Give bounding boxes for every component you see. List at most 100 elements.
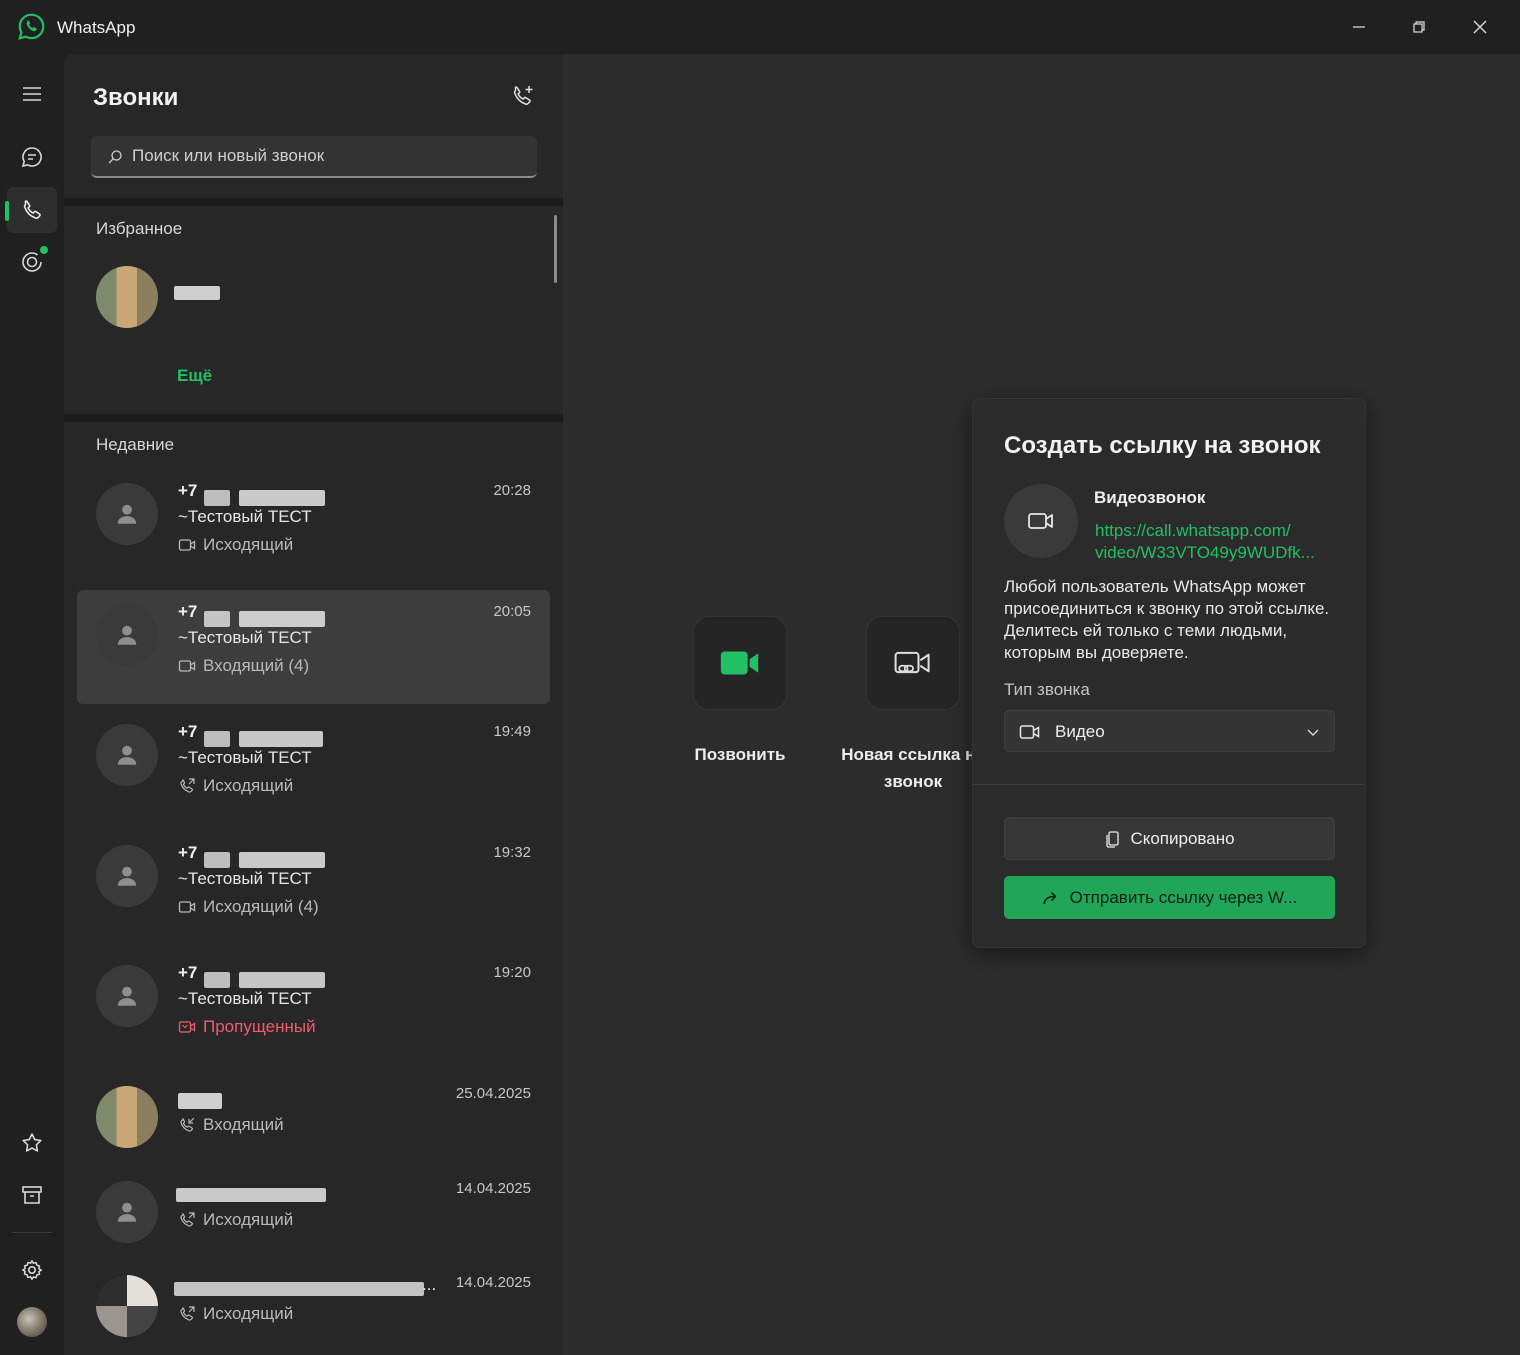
call-time: 14.04.2025 <box>455 1274 531 1291</box>
call-name: ~Тестовый ТЕСТ <box>178 989 312 1008</box>
call-link-line: https://call.whatsapp.com/ <box>1095 521 1291 540</box>
call-item-missed[interactable]: +7 ~Тестовый ТЕСТ Пропущенный 19:20 <box>77 951 550 1065</box>
video-call-icon <box>178 660 196 672</box>
close-button[interactable] <box>1465 12 1495 42</box>
person-icon <box>117 625 137 645</box>
call-type: Исходящий <box>178 1210 293 1230</box>
favorite-avatar[interactable] <box>96 266 158 328</box>
profile-avatar[interactable] <box>17 1307 47 1337</box>
copy-link-button[interactable]: Скопировано <box>1004 817 1335 860</box>
call-type-label: Исходящий <box>203 1210 294 1229</box>
default-avatar <box>96 1181 158 1243</box>
close-icon <box>1473 20 1487 34</box>
contact-name-redacted <box>174 1282 424 1296</box>
call-type: Пропущенный <box>178 1017 316 1037</box>
number-redacted <box>239 611 325 627</box>
call-type-label: Пропущенный <box>203 1017 316 1036</box>
name-ellipsis: ... <box>422 1275 437 1294</box>
video-call-icon <box>178 539 196 551</box>
search-box[interactable] <box>91 136 537 178</box>
call-name: ~Тестовый ТЕСТ <box>178 507 312 526</box>
contact-avatar <box>96 1086 158 1148</box>
search-input[interactable] <box>132 136 522 176</box>
call-time: 19:20 <box>493 964 531 981</box>
video-camera-icon <box>720 651 759 675</box>
call-name: ~Тестовый ТЕСТ <box>178 748 312 767</box>
call-type: Входящий <box>178 1115 284 1135</box>
number-redacted <box>204 490 230 506</box>
call-type-label: Входящий <box>203 1115 284 1134</box>
copy-icon <box>1106 830 1120 848</box>
favorite-name-redacted[interactable] <box>174 286 220 300</box>
call-number: +7 <box>178 722 198 741</box>
window-title: WhatsApp <box>57 18 136 37</box>
favorites-label: Избранное <box>96 219 183 238</box>
menu-button[interactable] <box>7 71 57 117</box>
scrollbar[interactable] <box>554 215 557 283</box>
number-redacted <box>239 852 325 868</box>
calls-title: Звонки <box>93 84 179 111</box>
archive-icon <box>22 1186 42 1204</box>
default-avatar <box>96 604 158 666</box>
call-number: +7 <box>178 963 198 982</box>
call-type: Исходящий (4) <box>178 897 319 917</box>
call-link[interactable]: https://call.whatsapp.com/ video/W33VTO4… <box>1095 520 1345 564</box>
call-name: ~Тестовый ТЕСТ <box>178 869 312 888</box>
missed-video-call-icon <box>178 1021 196 1033</box>
send-link-button[interactable]: Отправить ссылку через W... <box>1004 876 1335 919</box>
status-button[interactable] <box>7 239 57 285</box>
outgoing-call-icon <box>180 1212 195 1227</box>
call-item[interactable]: +7 ~Тестовый ТЕСТ Исходящий 19:49 <box>77 710 550 824</box>
archive-button[interactable] <box>7 1172 57 1218</box>
video-call-icon <box>178 901 196 913</box>
minimize-icon <box>1353 26 1365 28</box>
restore-icon <box>1413 21 1425 33</box>
new-link-label: Новая ссылка на звонок <box>841 745 985 791</box>
outgoing-call-icon <box>180 778 195 793</box>
popup-description: Любой пользователь WhatsApp может присое… <box>1004 577 1330 662</box>
gear-icon <box>22 1260 43 1280</box>
call-type-label: Исходящий <box>203 535 294 554</box>
default-avatar <box>96 965 158 1027</box>
person-icon <box>117 866 137 886</box>
video-link-icon <box>894 651 930 674</box>
call-time: 20:28 <box>493 482 531 499</box>
call-type: Исходящий <box>178 776 293 796</box>
call-item[interactable]: +7 ~Тестовый ТЕСТ Исходящий (4) 19:32 <box>77 831 550 945</box>
section-divider <box>64 198 563 206</box>
start-call-button[interactable] <box>693 616 787 710</box>
call-item-selected[interactable]: +7 ~Тестовый ТЕСТ Входящий (4) 20:05 <box>77 590 550 704</box>
person-icon <box>117 1202 137 1222</box>
minimize-button[interactable] <box>1344 12 1374 42</box>
more-favorites-link[interactable]: Ещё <box>177 366 212 386</box>
call-type-select[interactable]: Видео <box>1004 710 1335 752</box>
default-avatar <box>96 845 158 907</box>
call-item[interactable]: ... Исходящий 14.04.2025 <box>77 1261 550 1355</box>
contact-name-redacted <box>176 1188 326 1202</box>
call-time: 20:05 <box>493 603 531 620</box>
call-time: 25.04.2025 <box>455 1085 531 1102</box>
person-icon <box>117 504 137 524</box>
share-arrow-icon <box>1042 891 1056 904</box>
number-redacted <box>239 490 325 506</box>
calls-button[interactable] <box>7 187 57 233</box>
call-number: +7 <box>178 843 198 862</box>
call-item[interactable]: +7 ~Тестовый ТЕСТ Исходящий 20:28 <box>77 469 550 583</box>
number-redacted <box>239 731 323 747</box>
section-divider <box>64 414 563 422</box>
title-bar: WhatsApp <box>0 0 1520 54</box>
chats-button[interactable] <box>7 134 57 180</box>
search-icon <box>108 150 122 164</box>
new-call-button[interactable] <box>507 80 539 112</box>
settings-button[interactable] <box>7 1247 57 1293</box>
hamburger-icon <box>23 87 41 101</box>
starred-button[interactable] <box>7 1120 57 1166</box>
video-camera-outline-icon <box>1019 725 1040 739</box>
new-link-button[interactable] <box>866 616 960 710</box>
popup-title: Создать ссылку на звонок <box>1004 432 1321 459</box>
call-type: Исходящий <box>178 535 293 555</box>
call-type: Входящий (4) <box>178 656 309 676</box>
call-type-label: Исходящий (4) <box>203 897 319 916</box>
recent-label: Недавние <box>96 435 175 454</box>
maximize-button[interactable] <box>1404 12 1434 42</box>
